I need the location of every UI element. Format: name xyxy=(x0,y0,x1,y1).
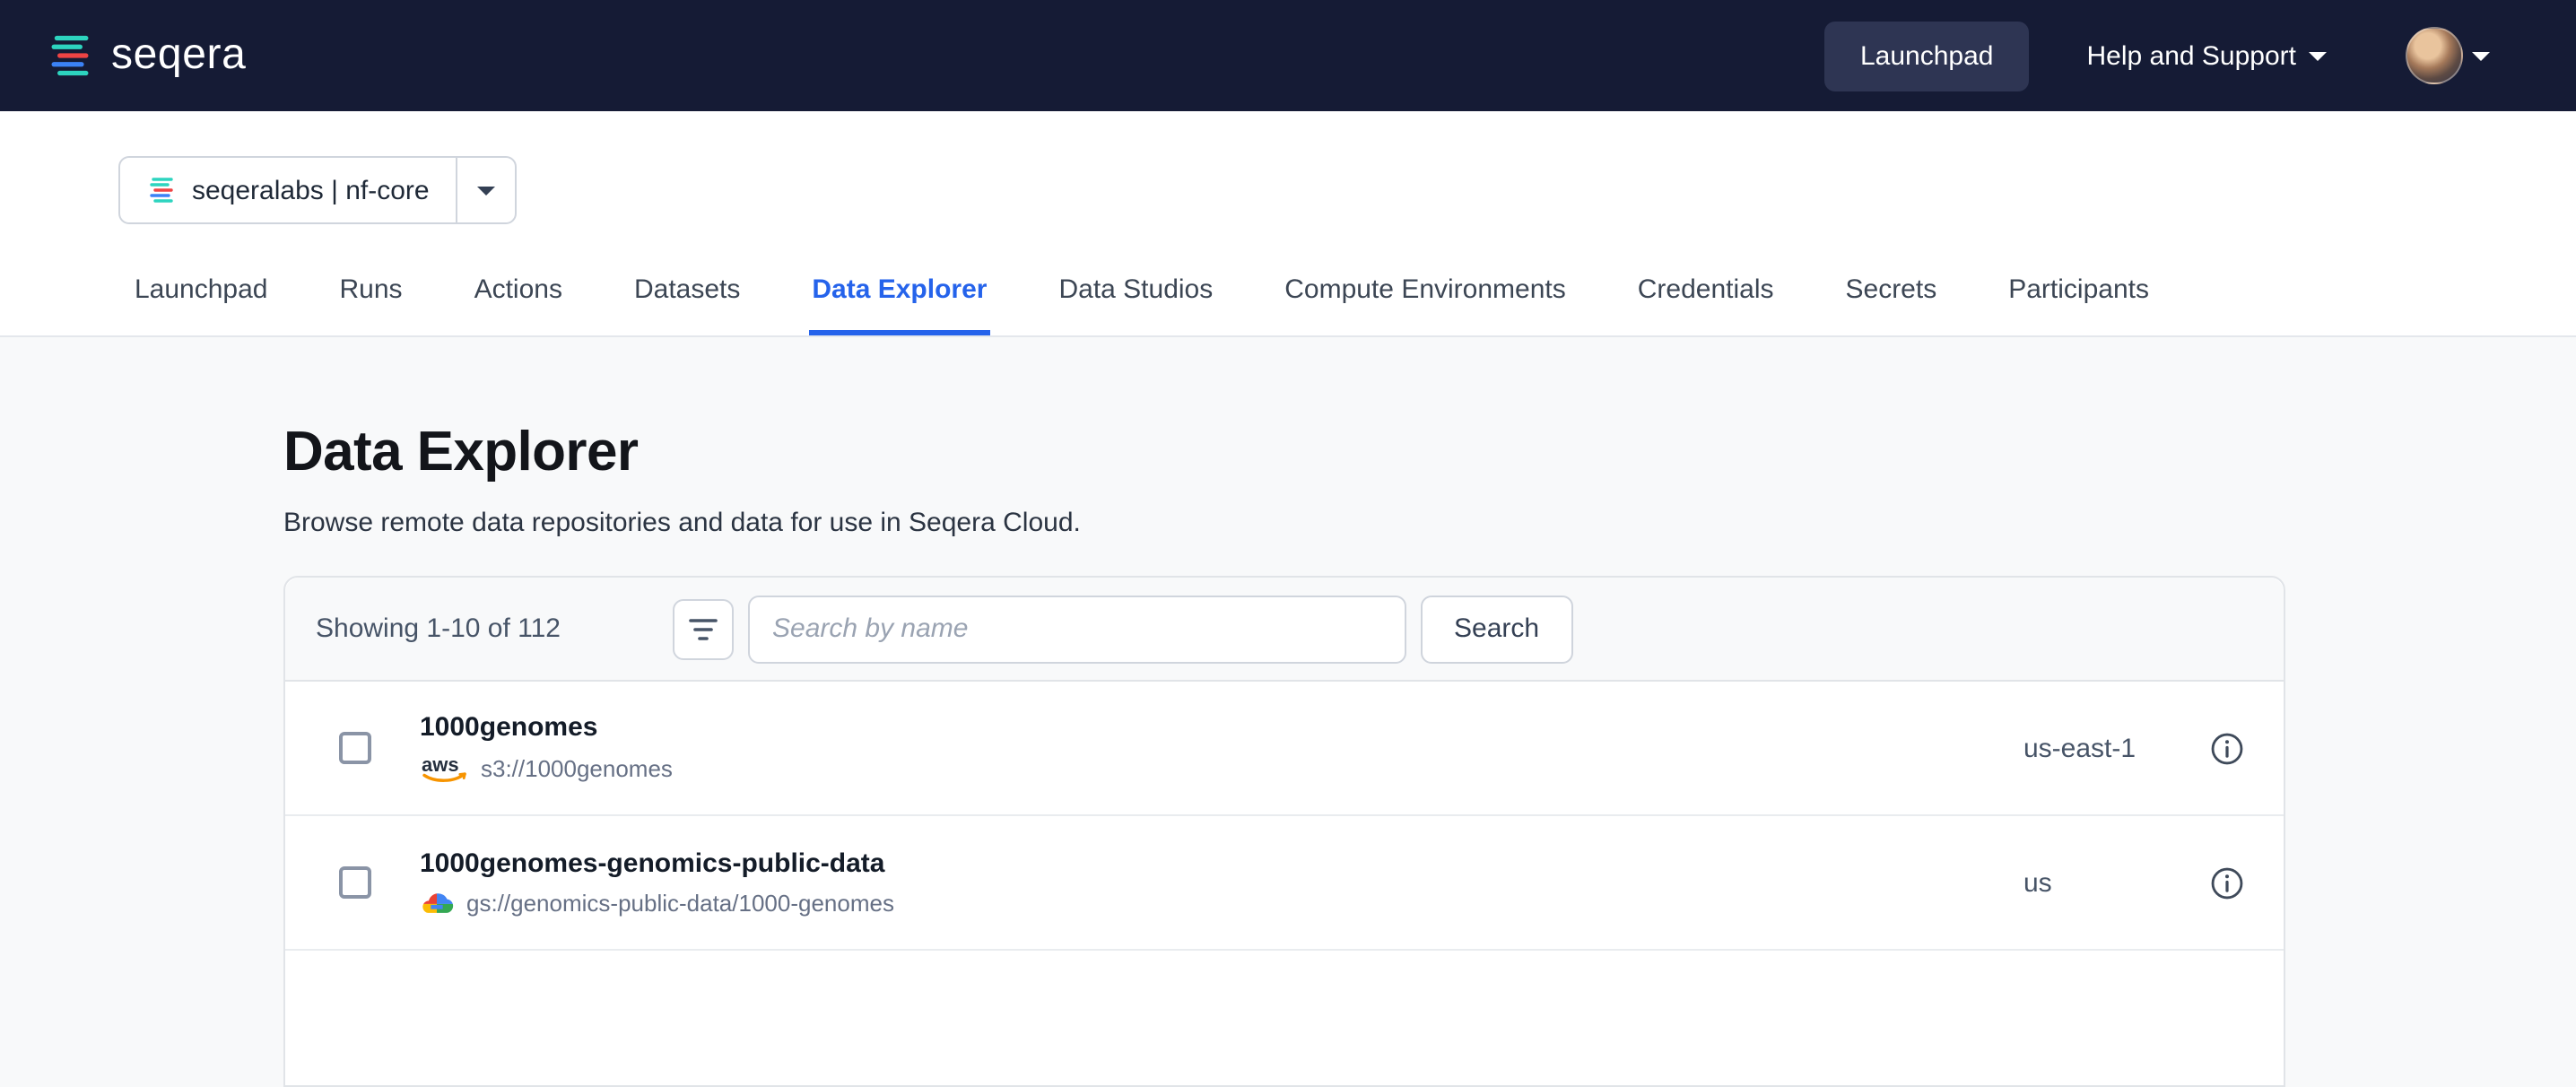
seqera-brand[interactable]: seqera xyxy=(47,30,246,81)
user-avatar[interactable] xyxy=(2406,27,2463,84)
user-menu[interactable] xyxy=(2406,27,2490,84)
info-icon xyxy=(2210,865,2244,900)
tab-secrets[interactable]: Secrets xyxy=(1842,274,1941,335)
tab-data-studios[interactable]: Data Studios xyxy=(1055,274,1216,335)
seqera-logo-icon xyxy=(47,32,93,79)
search-tools: Search xyxy=(672,595,1573,663)
brand-wordmark: seqera xyxy=(111,30,246,81)
launchpad-button[interactable]: Launchpad xyxy=(1824,21,2030,91)
top-navbar: seqera Launchpad Help and Support xyxy=(0,0,2576,111)
bucket-path: s3://1000genomes xyxy=(481,755,673,782)
tab-datasets[interactable]: Datasets xyxy=(631,274,744,335)
page-subtitle: Browse remote data repositories and data… xyxy=(283,508,2576,540)
bucket-region: us xyxy=(2023,867,2210,898)
table-row[interactable]: 1000genomes aws s3://1000genomes us-east… xyxy=(285,682,2284,816)
filter-button[interactable] xyxy=(672,598,733,659)
bucket-region: us-east-1 xyxy=(2023,733,2210,763)
table-row[interactable]: 1000genomes-genomics-public-data xyxy=(285,816,2284,951)
help-and-support-label: Help and Support xyxy=(2087,40,2297,71)
row-checkbox[interactable] xyxy=(339,732,371,764)
data-explorer-card: Showing 1-10 of 112 Search xyxy=(283,576,2285,1087)
navbar-right-group: Launchpad Help and Support xyxy=(1824,21,2490,91)
gcp-cloud-icon xyxy=(420,890,454,917)
table-row[interactable] xyxy=(285,951,2284,1085)
row-main: 1000genomes-genomics-public-data xyxy=(420,848,2023,917)
row-subline: aws s3://1000genomes xyxy=(420,753,2023,784)
search-button[interactable]: Search xyxy=(1420,595,1573,663)
info-button[interactable] xyxy=(2210,731,2244,765)
tab-compute-environments[interactable]: Compute Environments xyxy=(1281,274,1570,335)
tab-actions[interactable]: Actions xyxy=(471,274,566,335)
workspace-name: seqeralabs | nf-core xyxy=(192,175,430,205)
seqera-mini-logo-icon xyxy=(147,176,176,204)
row-subline: gs://genomics-public-data/1000-genomes xyxy=(420,890,2023,917)
svg-text:aws: aws xyxy=(422,753,459,776)
chevron-down-icon xyxy=(478,186,496,195)
results-count: Showing 1-10 of 112 xyxy=(316,613,561,644)
filter-icon xyxy=(688,616,717,641)
aws-logo-icon: aws xyxy=(420,753,468,784)
bucket-name[interactable]: 1000genomes xyxy=(420,712,2023,744)
row-checkbox[interactable] xyxy=(339,866,371,899)
chevron-down-icon xyxy=(2472,51,2490,60)
chevron-down-icon xyxy=(2309,51,2327,60)
workspace-dropdown-toggle[interactable] xyxy=(457,158,516,222)
bucket-path: gs://genomics-public-data/1000-genomes xyxy=(466,890,894,917)
workspace-selector-main[interactable]: seqeralabs | nf-core xyxy=(120,158,457,222)
tab-participants[interactable]: Participants xyxy=(2005,274,2153,335)
workspace-header: seqeralabs | nf-core Launchpad Runs Acti… xyxy=(0,111,2576,337)
bucket-name[interactable]: 1000genomes-genomics-public-data xyxy=(420,848,2023,881)
search-input[interactable] xyxy=(747,595,1405,663)
workspace-tabs: Launchpad Runs Actions Datasets Data Exp… xyxy=(131,274,2576,335)
help-and-support-menu[interactable]: Help and Support xyxy=(2087,40,2328,71)
row-main: 1000genomes aws s3://1000genomes xyxy=(420,712,2023,784)
page-title: Data Explorer xyxy=(283,418,2576,486)
tab-runs[interactable]: Runs xyxy=(336,274,406,335)
workspace-selector[interactable]: seqeralabs | nf-core xyxy=(118,156,518,224)
info-icon xyxy=(2210,731,2244,765)
info-button[interactable] xyxy=(2210,865,2244,900)
main-content: Data Explorer Browse remote data reposit… xyxy=(0,337,2576,1087)
card-toolbar: Showing 1-10 of 112 Search xyxy=(285,578,2284,682)
app-root: seqera Launchpad Help and Support xyxy=(0,0,2576,949)
tab-credentials[interactable]: Credentials xyxy=(1634,274,1778,335)
tab-data-explorer[interactable]: Data Explorer xyxy=(808,274,990,335)
tab-launchpad[interactable]: Launchpad xyxy=(131,274,272,335)
